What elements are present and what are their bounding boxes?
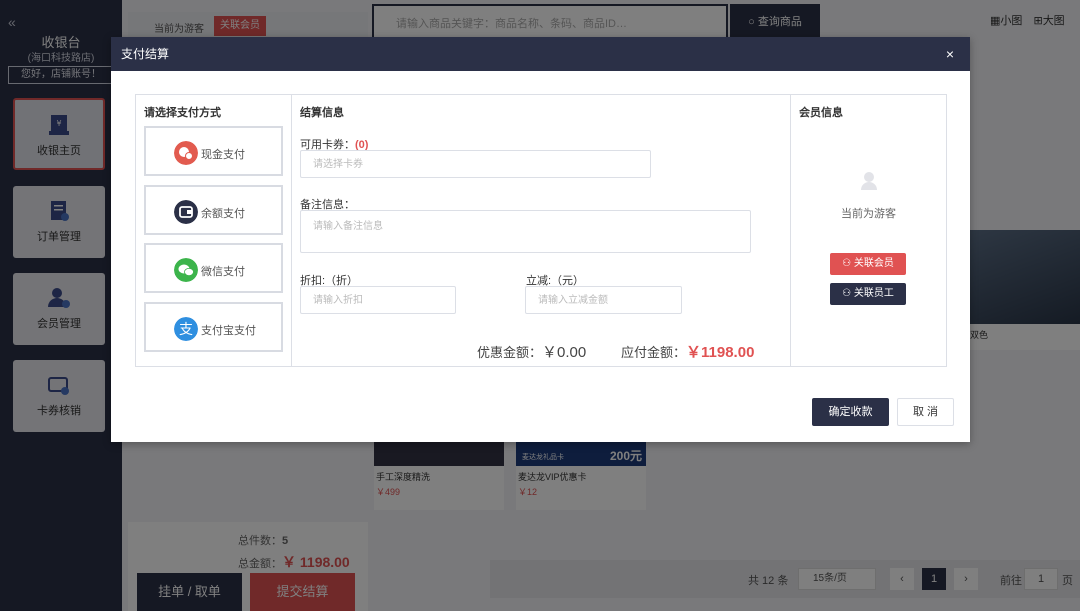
payment-method-title: 请选择支付方式 (144, 107, 221, 119)
pay-option-wechat[interactable]: 微信支付 (144, 243, 283, 293)
svg-text:支: 支 (179, 322, 193, 338)
cash-icon (174, 141, 198, 165)
settlement-title: 结算信息 (300, 107, 344, 119)
remark-textarea[interactable] (300, 210, 751, 253)
user-icon: ⚇ (842, 258, 854, 269)
wallet-icon (174, 200, 198, 224)
cancel-button[interactable]: 取 消 (897, 398, 954, 426)
reduce-input[interactable] (525, 286, 682, 314)
pay-option-balance[interactable]: 余额支付 (144, 185, 283, 235)
empty-avatar-icon (861, 172, 877, 190)
pay-option-label: 支付宝支付 (201, 325, 256, 337)
member-empty-text: 当前为游客 (841, 208, 896, 220)
settlement-panel: 结算信息 可用卡券：(0) 备注信息： 折扣:（折） 立减:（元） 优惠金额：￥… (292, 95, 791, 366)
member-title: 会员信息 (799, 107, 843, 119)
coupon-select[interactable] (300, 150, 651, 178)
pay-option-label: 余额支付 (201, 208, 245, 220)
pay-option-cash[interactable]: 现金支付 (144, 126, 283, 176)
dialog-header: 支付结算 × (111, 37, 970, 71)
wechat-icon (174, 258, 198, 282)
alipay-icon: 支 (174, 317, 198, 341)
pay-option-label: 微信支付 (201, 266, 245, 278)
member-panel: 会员信息 当前为游客 ⚇ 关联会员 ⚇ 关联员工 (791, 95, 946, 366)
link-staff-button[interactable]: ⚇ 关联员工 (830, 283, 906, 305)
dialog-title: 支付结算 (121, 47, 170, 61)
pay-option-label: 现金支付 (201, 149, 245, 161)
close-icon[interactable]: × (946, 37, 954, 71)
user-icon: ⚇ (842, 288, 854, 299)
payment-method-panel: 请选择支付方式 现金支付 余额支付 微信支付 支 支付宝支付 (136, 95, 292, 366)
discount-input[interactable] (300, 286, 456, 314)
link-member-button[interactable]: ⚇ 关联会员 (830, 253, 906, 275)
pay-option-alipay[interactable]: 支 支付宝支付 (144, 302, 283, 352)
payable-amount: 应付金额：￥1198.00 (621, 344, 755, 361)
dialog-body: 请选择支付方式 现金支付 余额支付 微信支付 支 支付宝支付 结算信息 可用卡券… (135, 94, 947, 367)
confirm-payment-button[interactable]: 确定收款 (812, 398, 889, 426)
saving-amount: 优惠金额：￥0.00 (477, 344, 587, 361)
payment-dialog: 支付结算 × 请选择支付方式 现金支付 余额支付 微信支付 支 支付宝支付 结算… (111, 37, 970, 442)
